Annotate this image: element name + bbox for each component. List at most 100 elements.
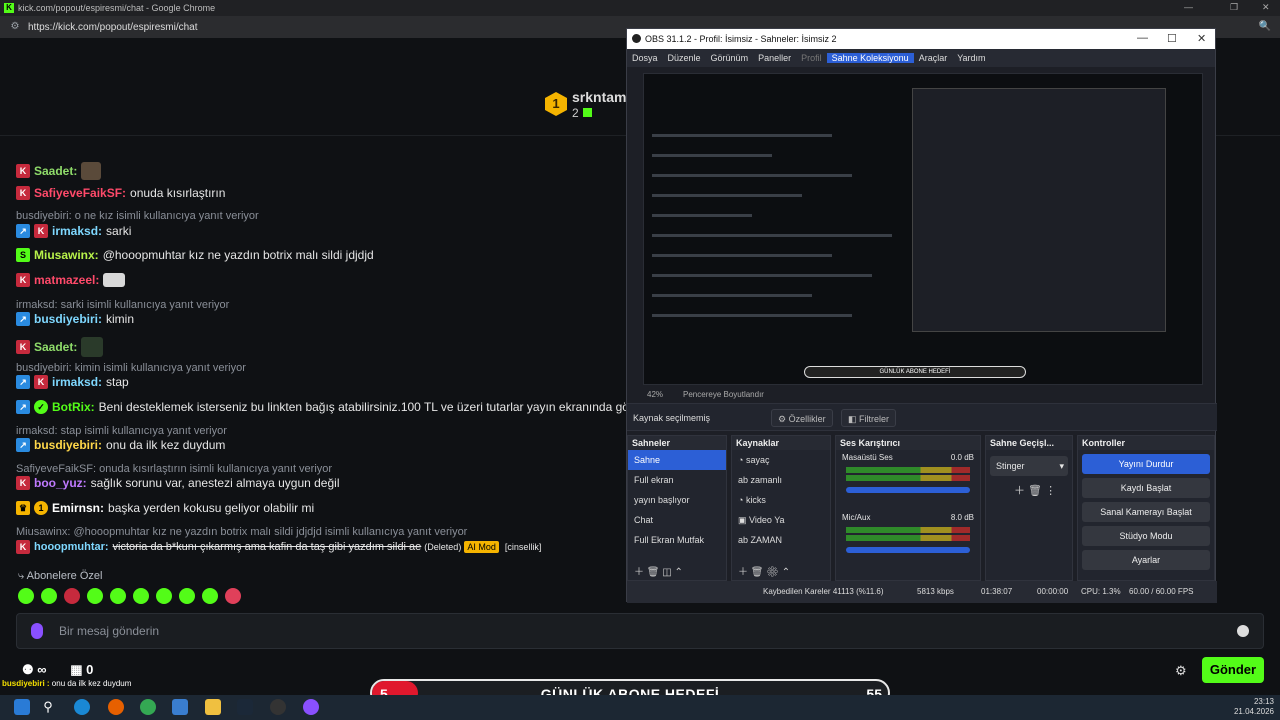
volume-slider[interactable]	[846, 487, 970, 493]
source-item[interactable]: ab ZAMAN	[732, 530, 830, 550]
zoom-icon[interactable]: 🔍	[1258, 20, 1272, 34]
chat-list[interactable]: K Saadet: K SafiyeveFaikSF: onuda kısırlaşt…	[16, 136, 654, 606]
folder-icon[interactable]	[205, 699, 221, 715]
chat-username[interactable]: Emirnsn:	[52, 501, 104, 515]
emote-icon[interactable]	[18, 588, 34, 604]
emote-icon[interactable]	[202, 588, 218, 604]
search-icon[interactable]: ⚲	[40, 699, 56, 715]
source-item[interactable]: ▣ Video Ya	[732, 510, 830, 530]
emote-icon[interactable]	[133, 588, 149, 604]
windows-start-icon[interactable]	[14, 699, 30, 715]
restore-icon[interactable]: ❐	[1230, 2, 1238, 13]
chat-message: ↗ Kirmaksd: stap	[16, 375, 129, 389]
menu-scene-collection[interactable]: Sahne Koleksiyonu	[826, 53, 914, 63]
menu-tools[interactable]: Araçlar	[914, 53, 953, 63]
chat-message: Kmatmazeel:	[16, 273, 126, 287]
header-gift-count: 2	[572, 106, 592, 120]
source-item[interactable]: ◔ kicks	[732, 490, 830, 510]
menu-view[interactable]: Görünüm	[706, 53, 754, 63]
close-icon[interactable]: ✕	[1197, 32, 1206, 45]
gear-icon[interactable]: ⚙	[1175, 663, 1187, 679]
chat-username[interactable]: irmaksd:	[52, 375, 102, 389]
settings-button[interactable]: Ayarlar	[1082, 550, 1210, 570]
emoji-icon[interactable]	[1237, 625, 1249, 637]
send-button[interactable]: Gönder	[1202, 657, 1264, 683]
filters-button[interactable]: ◧ Filtreler	[841, 409, 897, 427]
minimize-icon[interactable]: —	[1137, 32, 1148, 44]
emote-icon[interactable]	[156, 588, 172, 604]
scene-item[interactable]: Sahne	[628, 450, 726, 470]
chat-username[interactable]: matmazeel:	[34, 273, 99, 287]
properties-button[interactable]: ⚙ Özellikler	[771, 409, 833, 427]
scene-item[interactable]: Full ekran	[628, 470, 726, 490]
scene-item[interactable]: yayın başlıyor	[628, 490, 726, 510]
firefox-icon[interactable]	[108, 699, 124, 715]
studio-mode-button[interactable]: Stüdyo Modu	[1082, 526, 1210, 546]
maximize-icon[interactable]: ☐	[1167, 32, 1177, 45]
chat-username[interactable]: irmaksd:	[52, 224, 102, 238]
scene-actions[interactable]: ＋ 🗑 ◫ ⌃	[634, 563, 683, 578]
chat-username[interactable]: boo_yuz:	[34, 476, 87, 490]
menu-docks[interactable]: Paneller	[753, 53, 796, 63]
source-item[interactable]: ab zamanlı	[732, 470, 830, 490]
no-source-label: Kaynak seçilmemiş	[633, 413, 711, 423]
obs-icon[interactable]	[270, 699, 286, 715]
chat-username[interactable]: hooopmuhtar:	[34, 540, 109, 554]
menu-profile[interactable]: Profil	[796, 53, 827, 63]
chat-username[interactable]: Saadet:	[34, 164, 77, 178]
kick-badge-icon: K	[34, 375, 48, 389]
chevron-down-icon: ▾	[1059, 461, 1064, 471]
chrome-icon[interactable]	[140, 699, 156, 715]
source-item[interactable]: ◔ sayaç	[732, 450, 830, 470]
chat-username[interactable]: Saadet:	[34, 340, 77, 354]
fps: 60.00 / 60.00 FPS	[1129, 587, 1194, 596]
stop-streaming-button[interactable]: Yayını Durdur	[1082, 454, 1210, 474]
lock-icon: ⤷	[18, 570, 27, 582]
steam-icon[interactable]	[237, 699, 253, 715]
dropped-frames: Kaybedilen Kareler 41113 (%11.6)	[763, 587, 884, 596]
system-clock[interactable]: 23:13 21.04.2026	[1234, 697, 1274, 717]
gift-badge-icon: 1	[34, 501, 48, 515]
camera-icon: ▣	[738, 515, 750, 525]
emote-icon[interactable]	[110, 588, 126, 604]
menu-file[interactable]: Dosya	[627, 53, 663, 63]
emote-icon[interactable]	[179, 588, 195, 604]
chat-username[interactable]: SafiyeveFaikSF:	[34, 186, 126, 200]
chat-text: sağlık sorunu var, anestezi almaya uygun…	[90, 476, 340, 490]
zoom-level[interactable]: 42%	[647, 390, 663, 399]
chat-username[interactable]: BotRix:	[52, 400, 95, 414]
mic-icon[interactable]	[31, 623, 43, 639]
gear-icon: ⚙	[778, 414, 789, 424]
app-icon[interactable]	[303, 699, 319, 715]
app-icon[interactable]	[172, 699, 188, 715]
transition-actions[interactable]: ＋ 🗑 ⋮	[986, 482, 1072, 498]
volume-slider[interactable]	[846, 547, 970, 553]
chat-username[interactable]: busdiyebiri:	[34, 312, 102, 326]
minimize-icon[interactable]: —	[1184, 2, 1193, 12]
message-input[interactable]: Bir mesaj gönderin	[16, 613, 1264, 649]
chat-username[interactable]: busdiyebiri:	[34, 438, 102, 452]
obs-preview[interactable]: GÜNLÜK ABONE HEDEFİ	[643, 73, 1203, 385]
start-recording-button[interactable]: Kaydı Başlat	[1082, 478, 1210, 498]
scene-item[interactable]: Chat	[628, 510, 726, 530]
emote-icon[interactable]	[41, 588, 57, 604]
fit-to-window[interactable]: Pencereye Boyutlandır	[683, 390, 764, 399]
close-icon[interactable]: ✕	[1262, 2, 1270, 13]
emote-icon[interactable]	[64, 588, 80, 604]
source-actions[interactable]: ＋ 🗑 ⚙ ⌃	[738, 563, 790, 578]
site-info-icon[interactable]: ⚙	[8, 20, 22, 34]
scene-item[interactable]: Full Ekran Mutfak	[628, 530, 726, 550]
menu-help[interactable]: Yardım	[952, 53, 990, 63]
start-virtual-camera-button[interactable]: Sanal Kamerayı Başlat	[1082, 502, 1210, 522]
emote-icon[interactable]	[225, 588, 241, 604]
sources-dock: Kaynaklar ◔ sayaç ab zamanlı ◔ kicks ▣ V…	[731, 435, 831, 581]
transition-select[interactable]: Stinger ▾	[990, 456, 1068, 476]
emote-icon[interactable]	[87, 588, 103, 604]
header-username[interactable]: srkntam3	[572, 89, 634, 105]
menu-edit[interactable]: Düzenle	[663, 53, 706, 63]
url-text[interactable]: https://kick.com/popout/espiresmi/chat	[28, 22, 198, 33]
edge-icon[interactable]	[74, 699, 90, 715]
chat-username[interactable]: Miusawinx:	[34, 248, 99, 262]
sticker-emote-icon	[81, 337, 104, 357]
browser-titlebar: K kick.com/popout/espiresmi/chat - Googl…	[0, 0, 1280, 16]
